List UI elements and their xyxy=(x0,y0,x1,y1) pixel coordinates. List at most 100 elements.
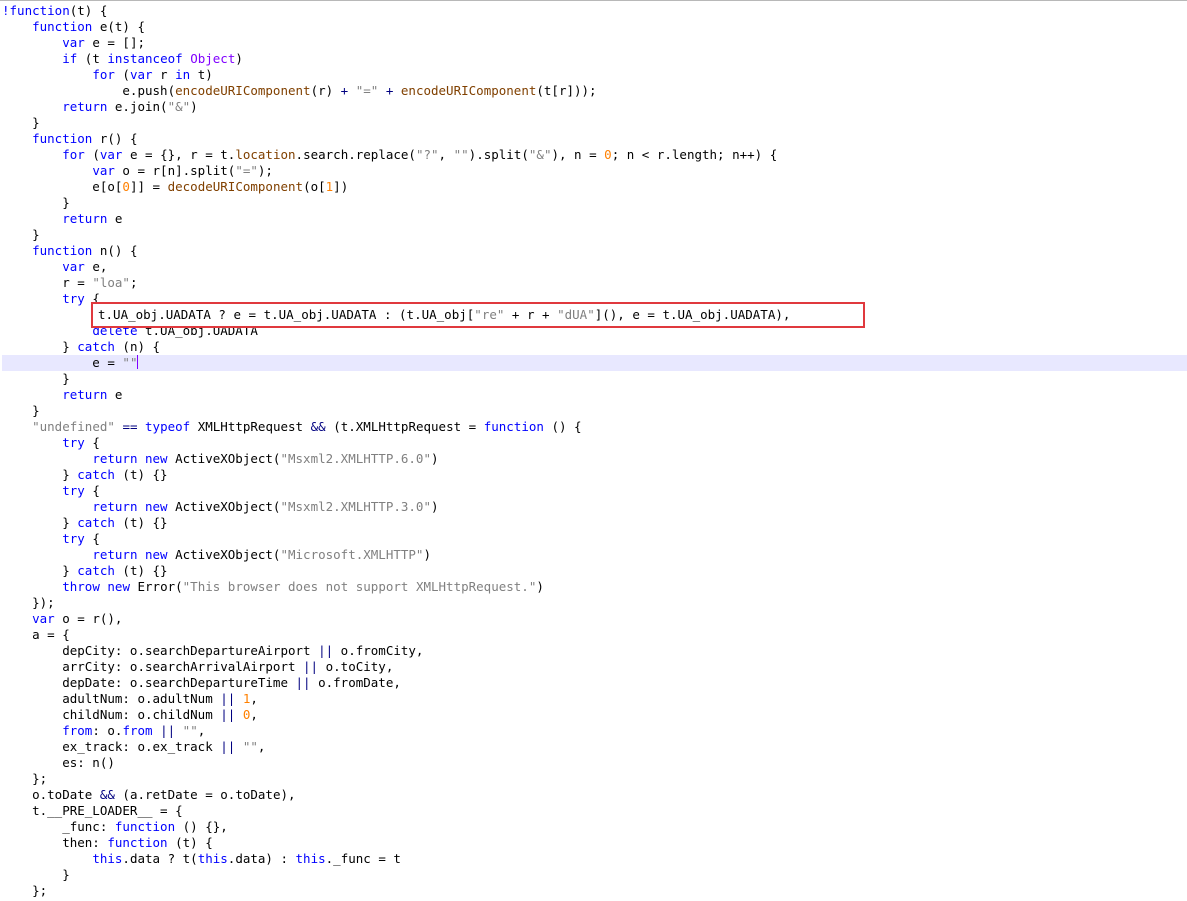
code-token: var xyxy=(62,35,85,50)
code-token: }; xyxy=(2,771,48,786)
code-token: e = []; xyxy=(84,35,146,50)
code-line[interactable]: ex_track: o.ex_track || "", xyxy=(2,739,1187,755)
code-token: ActiveXObject( xyxy=(167,499,281,514)
code-token: depDate: o.searchDepartureTime xyxy=(2,675,296,690)
code-line-current[interactable]: e = "" xyxy=(2,355,1187,371)
code-token: "&" xyxy=(528,147,552,162)
code-line[interactable]: function r() { xyxy=(2,131,1187,147)
code-line[interactable]: } xyxy=(2,195,1187,211)
code-token: || xyxy=(318,643,334,658)
code-line[interactable]: } catch (t) {} xyxy=(2,515,1187,531)
code-token: } xyxy=(2,227,40,242)
code-line[interactable]: for (var e = {}, r = t.location.search.r… xyxy=(2,147,1187,163)
code-token: 0 xyxy=(122,179,130,194)
code-line[interactable]: return new ActiveXObject("Microsoft.XMLH… xyxy=(2,547,1187,563)
code-line[interactable]: !function(t) { xyxy=(2,3,1187,19)
code-line[interactable]: }; xyxy=(2,771,1187,787)
code-token: && xyxy=(310,419,326,434)
code-line[interactable]: } catch (t) {} xyxy=(2,563,1187,579)
code-token: var xyxy=(62,259,85,274)
code-line[interactable]: delete t.UA_obj.UADATA xyxy=(2,323,1187,339)
code-token: "" xyxy=(453,147,469,162)
code-line[interactable]: if (t instanceof Object) xyxy=(2,51,1187,67)
code-token: && xyxy=(99,787,115,802)
code-line[interactable]: } catch (t) {} xyxy=(2,467,1187,483)
code-line[interactable]: return e xyxy=(2,211,1187,227)
code-line[interactable]: a = { xyxy=(2,627,1187,643)
code-token: this xyxy=(295,851,326,866)
code-line[interactable]: o.toDate && (a.retDate = o.toDate), xyxy=(2,787,1187,803)
code-line[interactable]: throw new Error("This browser does not s… xyxy=(2,579,1187,595)
code-line[interactable]: }; xyxy=(2,883,1187,899)
code-token: in xyxy=(175,67,191,82)
code-line[interactable]: r = "loa"; xyxy=(2,275,1187,291)
code-token: "" xyxy=(122,355,138,370)
code-line[interactable]: }); xyxy=(2,595,1187,611)
code-token: "undefined" xyxy=(32,419,115,434)
code-line[interactable]: } xyxy=(2,227,1187,243)
code-line[interactable] xyxy=(2,307,1187,323)
code-line[interactable]: arrCity: o.searchArrivalAirport || o.toC… xyxy=(2,659,1187,675)
code-line[interactable]: return new ActiveXObject("Msxml2.XMLHTTP… xyxy=(2,499,1187,515)
code-token: depCity: o.searchDepartureAirport xyxy=(2,643,319,658)
code-line[interactable]: try { xyxy=(2,531,1187,547)
code-line[interactable]: var o = r(), xyxy=(2,611,1187,627)
code-line[interactable]: depDate: o.searchDepartureTime || o.from… xyxy=(2,675,1187,691)
code-token: .data ? t( xyxy=(122,851,198,866)
code-line[interactable]: es: n() xyxy=(2,755,1187,771)
code-token: function xyxy=(483,419,544,434)
code-token: e xyxy=(107,387,123,402)
code-line[interactable]: } xyxy=(2,371,1187,387)
code-line[interactable]: depCity: o.searchDepartureAirport || o.f… xyxy=(2,643,1187,659)
code-token: o.fromDate, xyxy=(310,675,401,690)
code-line[interactable]: } xyxy=(2,403,1187,419)
code-token: () {}, xyxy=(175,819,228,834)
code-token: } xyxy=(2,403,40,418)
code-token: catch xyxy=(77,563,115,578)
code-line[interactable]: function e(t) { xyxy=(2,19,1187,35)
code-line[interactable]: return e xyxy=(2,387,1187,403)
code-line[interactable]: function n() { xyxy=(2,243,1187,259)
code-line[interactable]: return e.join("&") xyxy=(2,99,1187,115)
code-line[interactable]: from: o.from || "", xyxy=(2,723,1187,739)
code-line[interactable]: adultNum: o.adultNum || 1, xyxy=(2,691,1187,707)
code-token: catch xyxy=(77,339,115,354)
code-line[interactable]: } xyxy=(2,867,1187,883)
code-token: ) xyxy=(235,51,243,66)
code-token: var xyxy=(92,163,115,178)
code-token: "=" xyxy=(355,83,379,98)
code-line[interactable]: try { xyxy=(2,291,1187,307)
code-line[interactable]: e.push(encodeURIComponent(r) + "=" + enc… xyxy=(2,83,1187,99)
code-token: from xyxy=(122,723,153,738)
code-line[interactable]: this.data ? t(this.data) : this._func = … xyxy=(2,851,1187,867)
code-token: , xyxy=(250,691,258,706)
code-line[interactable]: } xyxy=(2,115,1187,131)
code-line[interactable]: return new ActiveXObject("Msxml2.XMLHTTP… xyxy=(2,451,1187,467)
code-line[interactable]: try { xyxy=(2,435,1187,451)
code-token: ).split( xyxy=(468,147,529,162)
code-line[interactable]: then: function (t) { xyxy=(2,835,1187,851)
code-token: for xyxy=(92,67,115,82)
code-line[interactable]: childNum: o.childNum || 0, xyxy=(2,707,1187,723)
code-token: t) xyxy=(190,67,213,82)
code-line[interactable]: t.__PRE_LOADER__ = { xyxy=(2,803,1187,819)
code-line[interactable]: "undefined" == typeof XMLHttpRequest && … xyxy=(2,419,1187,435)
code-line[interactable]: e[o[0]] = decodeURIComponent(o[1]) xyxy=(2,179,1187,195)
code-editor[interactable]: !function(t) { function e(t) { var e = [… xyxy=(0,0,1187,901)
code-token: new xyxy=(107,579,130,594)
code-line[interactable]: _func: function () {}, xyxy=(2,819,1187,835)
code-line[interactable]: var o = r[n].split("="); xyxy=(2,163,1187,179)
code-token: return xyxy=(92,499,138,514)
code-token: e = {}, r = t. xyxy=(122,147,236,162)
code-line[interactable]: var e = []; xyxy=(2,35,1187,51)
code-line[interactable]: } catch (n) { xyxy=(2,339,1187,355)
code-line[interactable]: var e, xyxy=(2,259,1187,275)
code-line[interactable]: for (var r in t) xyxy=(2,67,1187,83)
code-line[interactable]: try { xyxy=(2,483,1187,499)
code-token: "Msxml2.XMLHTTP.3.0" xyxy=(280,499,431,514)
